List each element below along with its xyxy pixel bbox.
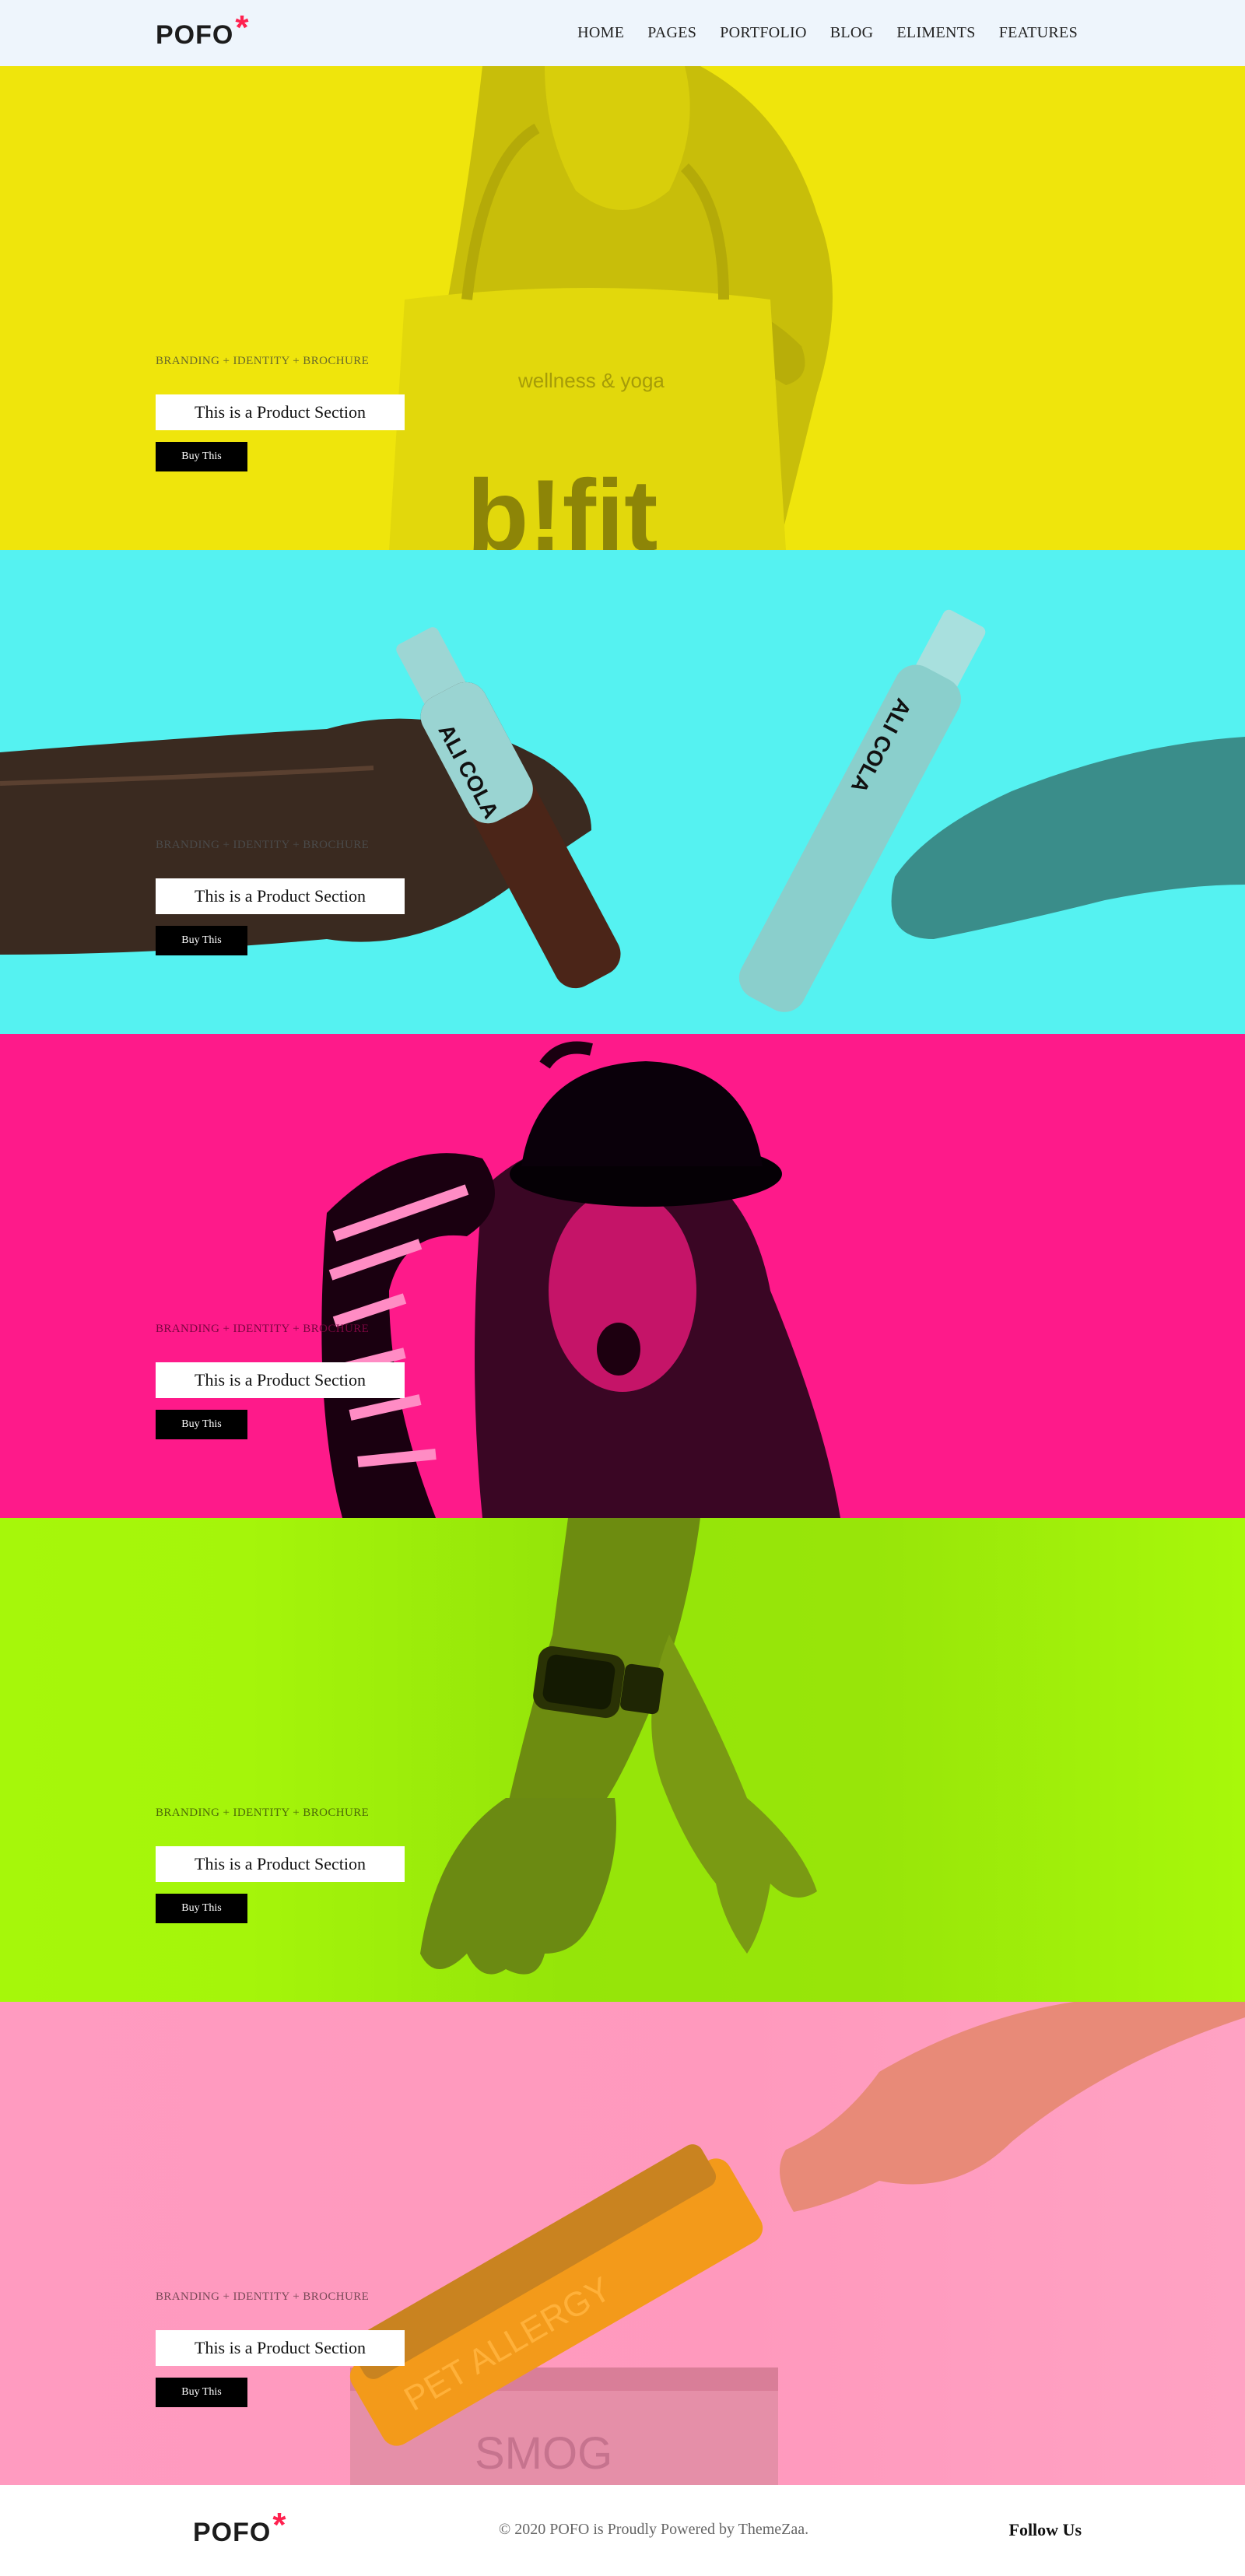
footer-logo[interactable]: POFO* [193,2508,286,2548]
nav-elements[interactable]: ELIMENTS [896,22,975,44]
woman-with-tote-bag-image: wellness & yoga b!fit [389,66,833,550]
main-nav: HOME PAGES PORTFOLIO BLOG ELIMENTS FEATU… [577,22,1078,44]
site-footer: POFO* © 2020 POFO is Proudly Powered by … [0,2485,1245,2576]
buy-button[interactable]: Buy This [156,1894,247,1923]
device-brand-text: SMOG [475,2428,612,2479]
arm-with-smartwatch-image [420,1518,817,1975]
section-caption: BRANDING + IDENTITY + BROCHURE [156,2290,370,2303]
woman-in-bowler-hat-image [321,1041,840,1518]
copyright-text: © 2020 POFO is Proudly Powered by ThemeZ… [499,2521,809,2538]
section-title: This is a Product Section [156,394,405,430]
product-section-1: wellness & yoga b!fit BRANDING + IDENTIT… [0,66,1245,550]
section-title: This is a Product Section [156,1362,405,1398]
product-section-5: SMOG PET ALLERGY BRANDING + IDENTITY + B… [0,2002,1245,2485]
buy-button[interactable]: Buy This [156,1410,247,1439]
logo-asterisk: * [235,9,250,47]
section-caption: BRANDING + IDENTITY + BROCHURE [156,1323,370,1335]
section-caption: BRANDING + IDENTITY + BROCHURE [156,355,370,367]
footer-logo-asterisk: * [272,2506,287,2544]
nav-blog[interactable]: BLOG [830,22,874,44]
product-section-2: ALI COLA ALI COLA BRANDING + IDENTITY + … [0,550,1245,1034]
bag-brand-text: b!fit [467,458,658,550]
follow-us-heading: Follow Us [1008,2520,1082,2539]
site-logo[interactable]: POFO* [156,11,249,51]
section-title: This is a Product Section [156,1846,405,1882]
nav-home[interactable]: HOME [577,22,624,44]
section-title: This is a Product Section [156,2330,405,2366]
buy-button[interactable]: Buy This [156,2378,247,2407]
nav-portfolio[interactable]: PORTFOLIO [720,22,807,44]
product-section-3: BRANDING + IDENTITY + BROCHURE This is a… [0,1034,1245,1518]
nav-pages[interactable]: PAGES [647,22,696,44]
buy-button[interactable]: Buy This [156,442,247,471]
hand-with-air-purifier-image: SMOG PET ALLERGY [349,2002,1245,2485]
logo-text: POFO [156,20,234,50]
hands-clinking-bottles-image: ALI COLA ALI COLA [0,609,1245,1012]
site-header: POFO* HOME PAGES PORTFOLIO BLOG ELIMENTS… [0,0,1245,66]
buy-button[interactable]: Buy This [156,926,247,955]
product-section-4: BRANDING + IDENTITY + BROCHURE This is a… [0,1518,1245,2002]
nav-features[interactable]: FEATURES [999,22,1078,44]
section-title: This is a Product Section [156,878,405,914]
footer-logo-text: POFO [193,2518,272,2547]
bag-slogan-text: wellness & yoga [517,369,665,392]
section-caption: BRANDING + IDENTITY + BROCHURE [156,1807,370,1819]
section-caption: BRANDING + IDENTITY + BROCHURE [156,839,370,851]
